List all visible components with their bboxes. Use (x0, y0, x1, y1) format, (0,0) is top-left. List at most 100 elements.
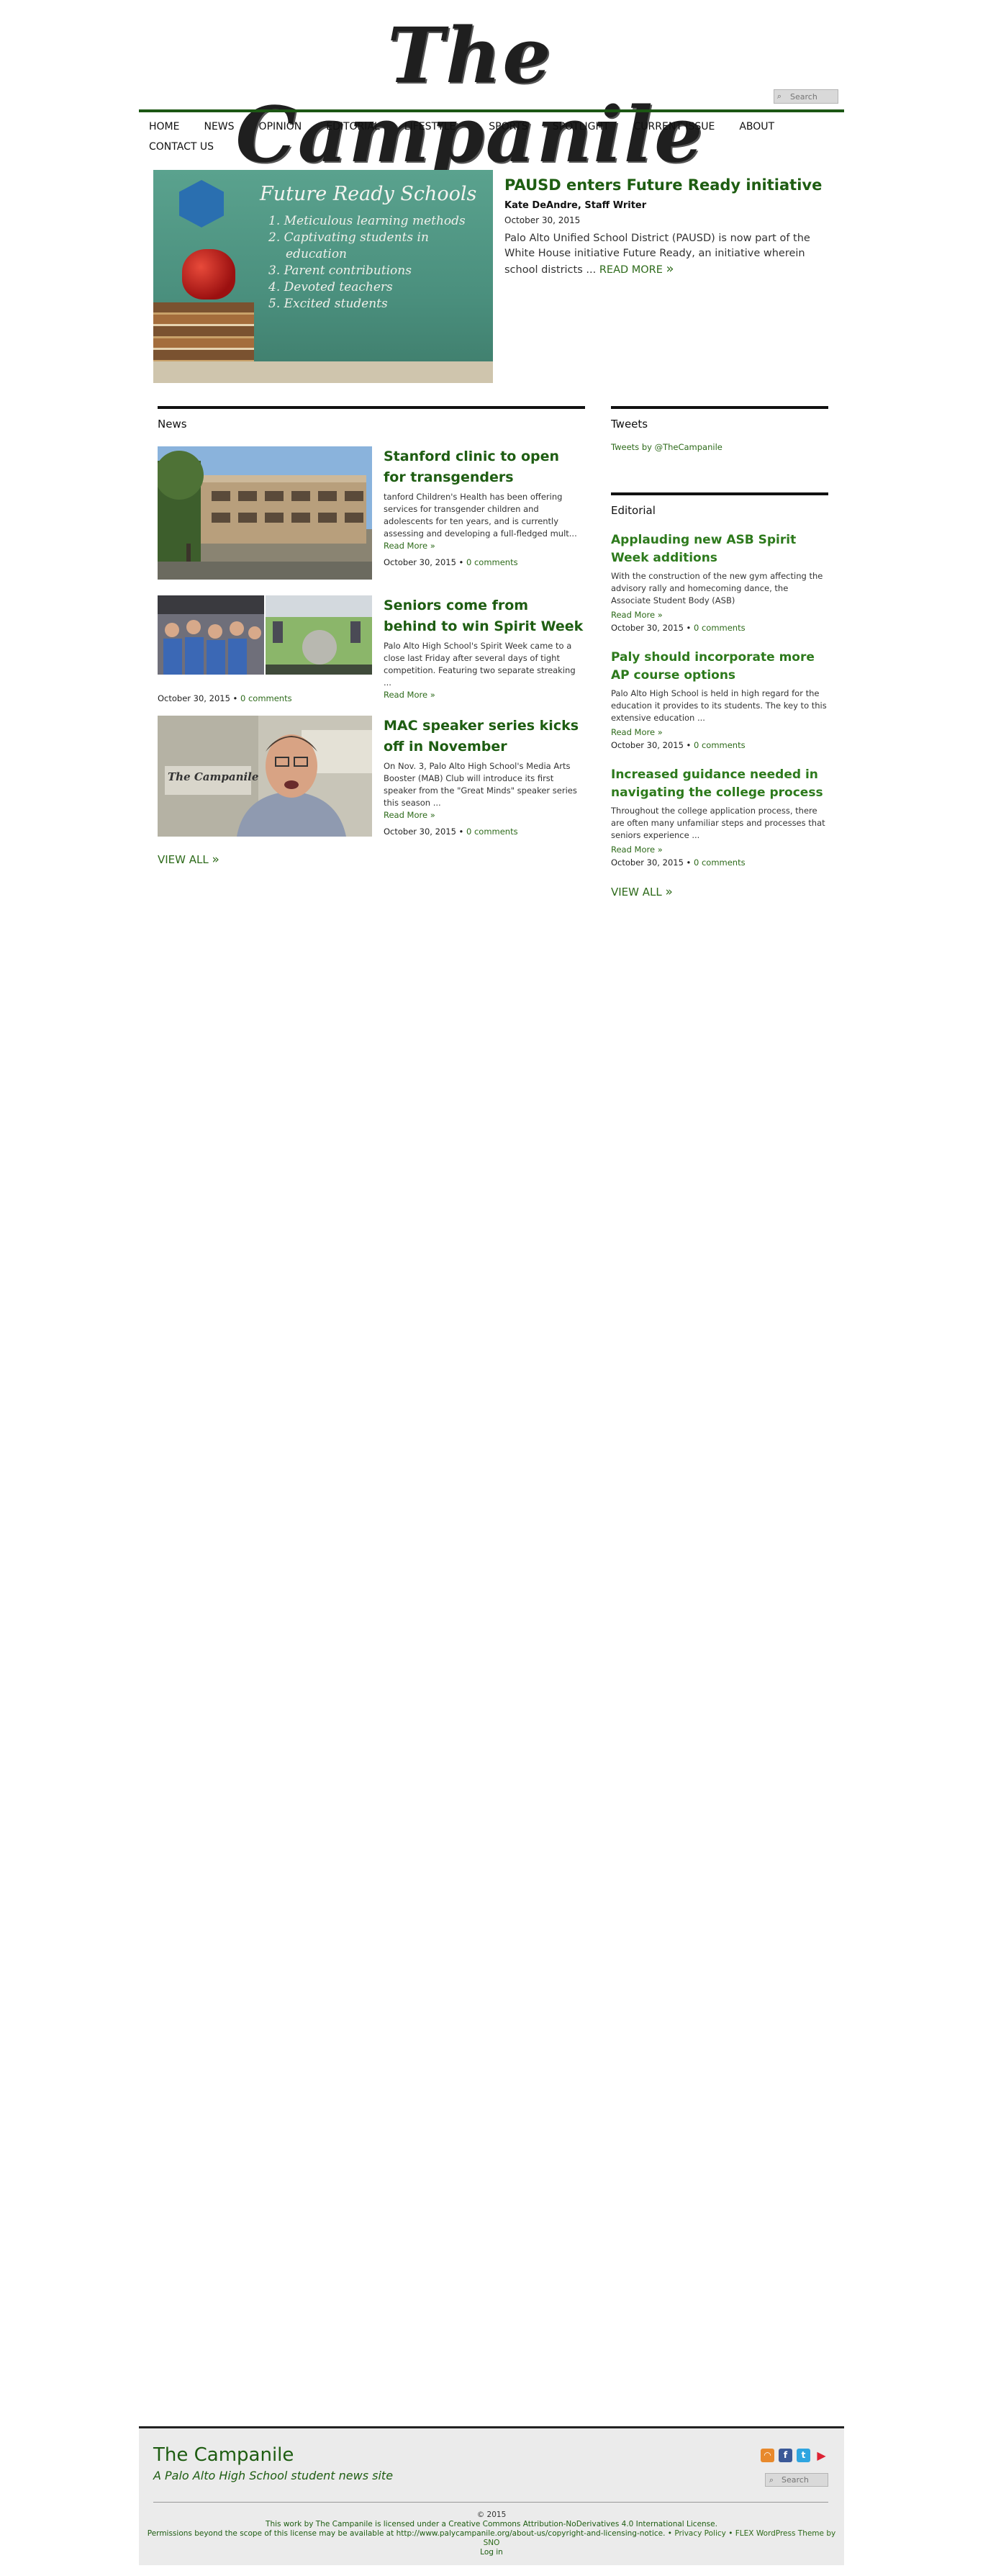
footer-legal: © 2015 This work by The Campanile is lic… (139, 2510, 844, 2557)
image-caption-line: 2. Captivating students in (268, 230, 429, 245)
footer-divider (153, 2502, 828, 2503)
comments-link[interactable]: 0 comments (694, 740, 746, 750)
editorial-section: Editorial Applauding new ASB Spirit Week… (611, 492, 828, 899)
masthead: The Campanile ⌕ (139, 0, 844, 174)
story-meta: October 30, 2015 • 0 comments (384, 824, 585, 839)
story-excerpt: On Nov. 3, Palo Alto High School's Media… (384, 760, 585, 821)
story-thumbnail[interactable]: The Campanile (158, 716, 372, 837)
story-title[interactable]: Seniors come from behind to win Spirit W… (384, 595, 585, 637)
search-input[interactable] (784, 91, 838, 102)
story-excerpt: Palo Alto High School's Spirit Week came… (384, 640, 585, 701)
footer-search[interactable]: ⌕ (765, 2473, 828, 2487)
nav-item-opinion[interactable]: OPINION (259, 117, 302, 137)
story-date: October 30, 2015 (158, 693, 230, 703)
editorial-title[interactable]: Paly should incorporate more AP course o… (611, 649, 828, 685)
story-date: October 30, 2015 (384, 557, 456, 567)
featured-story-excerpt: Palo Alto Unified School District (PAUSD… (504, 231, 830, 278)
meta-separator: • (458, 557, 464, 567)
editorial-meta: October 30, 2015 • 0 comments (611, 856, 828, 869)
search-icon[interactable]: ⌕ (774, 91, 784, 102)
editorial-title[interactable]: Applauding new ASB Spirit Week additions (611, 531, 828, 567)
read-more-link[interactable]: Read More » (384, 690, 435, 700)
twitter-icon[interactable]: t (797, 2449, 810, 2462)
privacy-policy-link[interactable]: Privacy Policy (674, 2529, 726, 2538)
editorial-date: October 30, 2015 (611, 623, 684, 633)
comments-link[interactable]: 0 comments (240, 693, 292, 703)
header-search[interactable]: ⌕ (774, 89, 838, 104)
story-title[interactable]: Stanford clinic to open for transgenders (384, 446, 585, 488)
featured-story-image[interactable]: Future Ready Schools 1. Meticulous learn… (153, 170, 493, 383)
view-all-label: VIEW ALL (158, 853, 209, 866)
permissions-line: Permissions beyond the scope of this lic… (139, 2529, 844, 2548)
footer-site-title[interactable]: The Campanile (153, 2444, 294, 2466)
featured-story: Future Ready Schools 1. Meticulous learn… (153, 170, 830, 383)
nav-item-lifestyle[interactable]: LIFESTYLE (404, 117, 456, 137)
read-more-link[interactable]: Read More » (611, 845, 663, 855)
editorial-heading[interactable]: Editorial (611, 492, 828, 517)
story-text: Stanford clinic to open for transgenders… (384, 446, 585, 569)
nav-item-contact-us[interactable]: CONTACT US (149, 137, 214, 157)
image-caption-line: 1. Meticulous learning methods (268, 214, 466, 228)
news-heading[interactable]: News (158, 406, 585, 431)
editorial-view-all-link[interactable]: VIEW ALL » (611, 885, 828, 899)
story-excerpt: tanford Children's Health has been offer… (384, 491, 585, 552)
footer-separator: • (667, 2529, 672, 2538)
building-photo (158, 446, 372, 580)
nav-item-about[interactable]: ABOUT (739, 117, 774, 137)
nav-item-sports[interactable]: SPORTS (489, 117, 528, 137)
double-chevron-right-icon: » (212, 852, 219, 867)
youtube-icon[interactable]: ▶ (815, 2449, 828, 2462)
story-text: Seniors come from behind to win Spirit W… (384, 595, 585, 701)
story-meta: October 30, 2015 • 0 comments (158, 693, 292, 703)
read-more-label: READ MORE (599, 264, 663, 276)
read-more-link[interactable]: Read More » (611, 610, 663, 620)
meta-separator: • (686, 623, 692, 633)
license-text[interactable]: This work by The Campanile is licensed u… (139, 2520, 844, 2529)
story-meta: October 30, 2015 • 0 comments (384, 555, 585, 569)
tweets-heading: Tweets (611, 406, 828, 431)
editorial-title[interactable]: Increased guidance needed in navigating … (611, 766, 828, 802)
shelf-illustration (153, 361, 493, 383)
story-title[interactable]: MAC speaker series kicks off in November (384, 716, 585, 757)
comments-link[interactable]: 0 comments (694, 857, 746, 868)
rss-icon[interactable]: ◠ (761, 2449, 774, 2462)
comments-link[interactable]: 0 comments (466, 557, 518, 567)
nav-item-spotlight[interactable]: SPOTLIGHT (553, 117, 610, 137)
read-more-link[interactable]: Read More » (611, 727, 663, 737)
comments-link[interactable]: 0 comments (694, 623, 746, 633)
editorial-date: October 30, 2015 (611, 857, 684, 868)
read-more-link[interactable]: Read More » (384, 810, 435, 820)
featured-story-title[interactable]: PAUSD enters Future Ready initiative (504, 176, 830, 194)
search-icon[interactable]: ⌕ (766, 2475, 777, 2485)
story-excerpt-text: tanford Children's Health has been offer… (384, 492, 577, 539)
story-thumbnail[interactable] (158, 595, 372, 675)
double-chevron-right-icon: » (666, 261, 674, 276)
featured-read-more-link[interactable]: READ MORE » (599, 261, 674, 276)
photo-sign-text: The Campanile (168, 770, 259, 783)
read-more-link[interactable]: Read More » (384, 541, 435, 551)
story-thumbnail[interactable] (158, 446, 372, 580)
books-illustration (153, 302, 254, 367)
nav-item-news[interactable]: NEWS (204, 117, 234, 137)
news-view-all-link[interactable]: VIEW ALL » (158, 852, 585, 867)
twitter-timeline-link[interactable]: Tweets by @TheCampanile (611, 442, 828, 452)
featured-story-author[interactable]: Kate DeAndre, Staff Writer (504, 200, 830, 211)
comments-link[interactable]: 0 comments (466, 827, 518, 837)
meta-separator: • (458, 827, 464, 837)
news-story: Seniors come from behind to win Spirit W… (158, 595, 585, 703)
story-text: MAC speaker series kicks off in November… (384, 716, 585, 839)
permissions-text[interactable]: Permissions beyond the scope of this lic… (148, 2529, 666, 2538)
footer-search-input[interactable] (777, 2475, 826, 2485)
image-caption-title: Future Ready Schools (260, 183, 477, 205)
sidebar: Tweets Tweets by @TheCampanile Editorial… (611, 406, 828, 899)
editorial-date: October 30, 2015 (611, 740, 684, 750)
login-link[interactable]: Log in (139, 2548, 844, 2557)
editorial-item: Paly should incorporate more AP course o… (611, 649, 828, 752)
editorial-item: Increased guidance needed in navigating … (611, 766, 828, 869)
facebook-icon[interactable]: f (779, 2449, 792, 2462)
nav-item-editorial[interactable]: EDITORIAL (326, 117, 380, 137)
nav-item-home[interactable]: HOME (149, 117, 179, 137)
nav-item-current-issue[interactable]: CURRENT ISSUE (634, 117, 715, 137)
editorial-excerpt: Throughout the college application proce… (611, 806, 825, 840)
future-ready-badge-icon (179, 180, 224, 228)
